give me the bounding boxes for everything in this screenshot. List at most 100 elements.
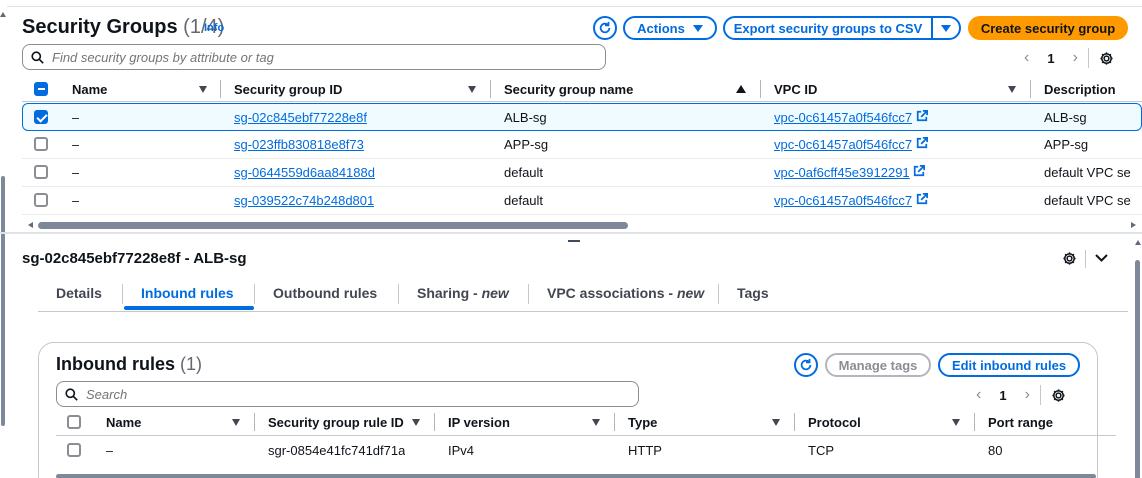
col-resizer[interactable] [254,413,255,431]
top-border [0,6,1142,7]
col-resizer[interactable] [1030,80,1031,98]
chevron-down-icon[interactable] [1095,254,1108,263]
page-number[interactable]: 1 [999,388,1006,403]
row-checkbox[interactable] [34,193,48,207]
vpc-cell: vpc-0c61457a0f546fcc7 [774,104,928,131]
refresh-button[interactable] [593,16,617,40]
chevron-right-icon[interactable]: › [1073,49,1078,67]
row-checkbox[interactable] [34,137,48,151]
refresh-icon [599,21,611,34]
export-dropdown-button[interactable] [931,16,961,40]
tab-inbound-rules[interactable]: Inbound rules [141,285,234,301]
col-vpc-id[interactable]: VPC ID [774,82,817,97]
info-link[interactable]: Info [204,22,224,34]
search-icon [65,387,78,401]
gear-icon[interactable] [1099,51,1114,66]
edit-inbound-rules-button[interactable]: Edit inbound rules [938,353,1080,377]
row-checkbox[interactable] [34,110,48,124]
sort-up-icon[interactable] [736,85,746,93]
col-security-group-name[interactable]: Security group name [504,82,633,97]
tab-outbound-rules[interactable]: Outbound rules [273,285,377,301]
description: ALB-sg [1044,110,1087,125]
select-all-checkbox[interactable] [67,415,81,429]
sort-down-icon[interactable] [232,419,240,426]
vpc-link[interactable]: vpc-0af6cff45e3912291 [774,165,910,180]
col-protocol[interactable]: Protocol [808,415,861,430]
table-row[interactable]: – sg-039522c74b248d801 default vpc-0c614… [22,187,1142,215]
tab-sharing-label: Sharing - [417,285,482,301]
sg-name: default [504,165,544,180]
external-link-icon[interactable] [916,110,928,122]
split-divider[interactable] [0,232,1142,234]
inbound-horizontal-scrollbar[interactable] [56,474,1116,478]
sg-id-link[interactable]: sg-039522c74b248d801 [234,187,374,214]
gear-icon[interactable] [1051,388,1066,403]
col-resizer[interactable] [974,413,975,431]
right-scrollbar[interactable] [1133,234,1142,478]
header-divider [1085,250,1086,268]
chevron-right-icon[interactable]: › [1025,386,1030,404]
page-number[interactable]: 1 [1047,51,1054,66]
sort-down-icon[interactable] [468,86,476,93]
col-port-range[interactable]: Port range [988,415,1053,430]
sort-down-icon[interactable] [772,419,780,426]
sort-down-icon[interactable] [1008,86,1016,93]
col-resizer[interactable] [220,80,221,98]
col-rule-id[interactable]: Security group rule ID [268,415,404,430]
col-resizer[interactable] [490,80,491,98]
search-field[interactable] [22,44,606,70]
sort-down-icon[interactable] [199,86,207,93]
col-description[interactable]: Description [1044,82,1116,97]
export-csv-button[interactable]: Export security groups to CSV [723,16,933,40]
inbound-search-field[interactable] [56,381,639,407]
col-resizer[interactable] [794,413,795,431]
sg-id-link[interactable]: sg-02c845ebf77228e8f [234,104,367,131]
row-checkbox[interactable] [67,443,81,457]
chevron-left-icon[interactable]: ‹ [1024,49,1029,67]
actions-button[interactable]: Actions [623,16,717,40]
external-link-icon[interactable] [913,165,926,177]
manage-tags-button[interactable]: Manage tags [825,353,931,377]
sg-id-link[interactable]: sg-023ffb830818e8f73 [234,131,364,158]
tab-divider [122,284,123,304]
sg-id-link[interactable]: sg-0644559d6aa84188d [234,159,375,186]
tab-divider [398,284,399,304]
col-resizer[interactable] [434,413,435,431]
drag-handle-icon[interactable] [568,240,580,242]
gear-icon[interactable] [1062,251,1077,266]
sort-down-icon[interactable] [412,419,420,426]
chevron-left-icon[interactable]: ‹ [976,386,981,404]
table-row[interactable]: – sg-0644559d6aa84188d default vpc-0af6c… [22,159,1142,187]
tab-sharing[interactable]: Sharing - new [417,285,509,301]
tab-details[interactable]: Details [56,285,102,301]
tab-tags[interactable]: Tags [737,285,769,301]
col-name[interactable]: Name [72,82,107,97]
sort-down-icon[interactable] [592,419,600,426]
sort-down-icon[interactable] [952,419,960,426]
col-resizer[interactable] [760,80,761,98]
col-ip-version[interactable]: IP version [448,415,510,430]
select-all-checkbox[interactable] [34,82,48,96]
table-row[interactable]: – sg-023ffb830818e8f73 APP-sg vpc-0c6145… [22,131,1142,159]
col-name[interactable]: Name [106,415,141,430]
horizontal-scrollbar[interactable] [22,221,1142,229]
col-resizer[interactable] [614,413,615,431]
vpc-link[interactable]: vpc-0c61457a0f546fcc7 [774,137,912,152]
table-row[interactable]: – sg-02c845ebf77228e8f ALB-sg vpc-0c6145… [22,103,1142,131]
vpc-link[interactable]: vpc-0c61457a0f546fcc7 [774,110,912,125]
tab-vpc-associations[interactable]: VPC associations - new [547,285,704,301]
external-link-icon[interactable] [916,193,928,205]
create-security-group-button[interactable]: Create security group [968,16,1128,40]
refresh-button[interactable] [794,353,818,377]
row-name: – [72,137,80,152]
left-scrollbar[interactable] [0,6,7,478]
inbound-search-input[interactable] [86,386,602,402]
inbound-table-row[interactable]: – sgr-0854e41fc741df71a IPv4 HTTP TCP 80 [56,437,1116,465]
protocol: TCP [808,443,834,458]
row-checkbox[interactable] [34,165,48,179]
external-link-icon[interactable] [916,137,928,149]
col-type[interactable]: Type [628,415,657,430]
search-input[interactable] [52,49,569,65]
col-security-group-id[interactable]: Security group ID [234,82,342,97]
vpc-link[interactable]: vpc-0c61457a0f546fcc7 [774,193,912,208]
